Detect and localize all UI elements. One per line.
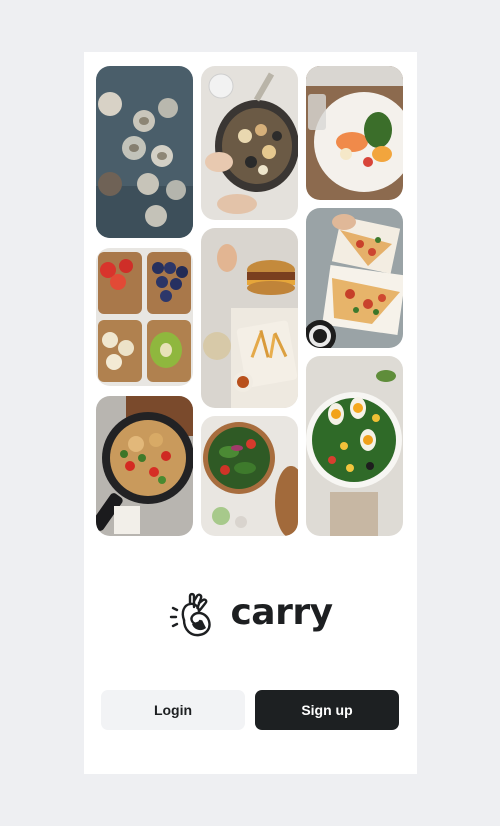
burger-fries-photo <box>201 228 298 408</box>
oysters-photo <box>96 66 193 238</box>
green-salad-photo <box>201 416 298 536</box>
brand-logo: carry <box>84 588 417 644</box>
ok-hand-icon <box>170 592 212 637</box>
pasta-skillet-photo <box>96 396 193 536</box>
brand-name: carry <box>230 592 333 633</box>
toast-bites-photo <box>96 248 193 386</box>
welcome-card: carry Login Sign up <box>84 52 417 774</box>
salmon-salad-photo <box>306 66 403 200</box>
login-button[interactable]: Login <box>101 690 245 730</box>
pizza-slices-photo <box>306 208 403 348</box>
signup-button[interactable]: Sign up <box>255 690 399 730</box>
egg-salad-photo <box>306 356 403 536</box>
seafood-platter-photo <box>201 66 298 220</box>
